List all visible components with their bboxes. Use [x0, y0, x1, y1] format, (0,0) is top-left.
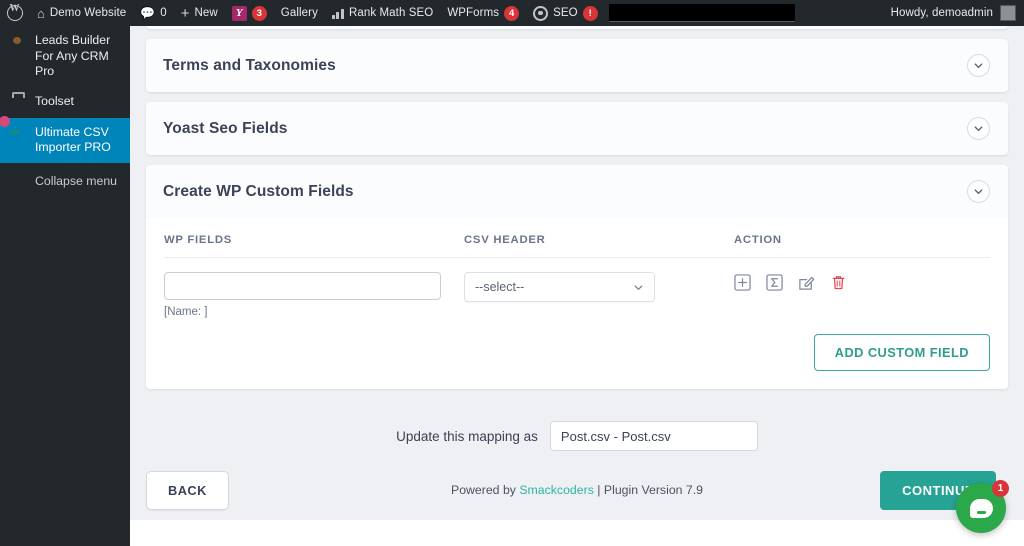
wpforms-menu[interactable]: WPForms 4: [440, 0, 526, 26]
yoast-icon: Y: [232, 6, 247, 21]
accordion-yoast-seo-fields[interactable]: Yoast Seo Fields: [146, 102, 1008, 155]
accordion-header[interactable]: Create WP Custom Fields: [146, 165, 1008, 218]
yoast-badge: 3: [252, 6, 267, 21]
accordion-header[interactable]: Terms and Taxonomies: [146, 39, 1008, 92]
accordion-create-wp-custom-fields[interactable]: Create WP Custom Fields WP FIELDS CSV HE…: [146, 165, 1008, 389]
chat-widget[interactable]: 1: [956, 483, 1006, 533]
site-name-label: Demo Website: [50, 7, 126, 19]
sidebar-item-label: Collapse menu: [35, 174, 117, 190]
comment-icon: 💬: [140, 6, 155, 20]
gallery-label: Gallery: [281, 7, 318, 19]
comments-menu[interactable]: 💬 0: [133, 0, 173, 26]
gallery-menu[interactable]: Gallery: [274, 0, 325, 26]
csv-header-cell: --select--: [464, 258, 734, 319]
sigma-icon[interactable]: [766, 274, 783, 291]
add-custom-field-row: ADD CUSTOM FIELD: [164, 318, 990, 371]
accordion-header[interactable]: Yoast Seo Fields: [146, 102, 1008, 155]
wordpress-logo-icon: [7, 5, 23, 21]
seo-badge: !: [583, 6, 598, 21]
seo-menu[interactable]: SEO !: [526, 0, 605, 26]
column-header-action: ACTION: [734, 218, 990, 258]
chevron-down-icon: [633, 282, 644, 293]
accordion-title: Terms and Taxonomies: [163, 57, 336, 75]
powered-prefix: Powered by: [451, 483, 519, 497]
column-header-wp-fields: WP FIELDS: [164, 218, 464, 258]
home-icon: ⌂: [37, 6, 45, 21]
chevron-down-icon[interactable]: [967, 54, 990, 77]
add-icon[interactable]: [734, 274, 751, 291]
gear-icon: [533, 6, 548, 21]
toolset-icon: [9, 95, 27, 111]
plus-icon: +: [181, 6, 190, 21]
add-custom-field-button[interactable]: ADD CUSTOM FIELD: [814, 334, 990, 371]
seo-label: SEO: [553, 7, 578, 19]
csv-header-selected-value: --select--: [475, 280, 524, 294]
edit-icon[interactable]: [798, 274, 815, 291]
action-cell: [734, 258, 990, 319]
chevron-down-icon[interactable]: [967, 117, 990, 140]
howdy-label: Howdy, demoadmin: [891, 7, 993, 19]
page-footer: BACK Powered by Smackcoders | Plugin Ver…: [146, 460, 1008, 520]
wordpress-logo-menu[interactable]: [0, 0, 30, 26]
mapping-name-row: Update this mapping as: [146, 399, 1008, 451]
custom-fields-table: WP FIELDS CSV HEADER ACTION [Name: ]: [164, 218, 990, 318]
plugin-version: | Plugin Version 7.9: [594, 483, 703, 497]
new-content-menu[interactable]: + New: [174, 0, 225, 26]
sidebar-item-ultimate-csv-importer-pro[interactable]: Ultimate CSV Importer PRO: [0, 118, 130, 163]
sidebar-item-toolset[interactable]: Toolset: [0, 87, 130, 118]
rank-math-label: Rank Math SEO: [349, 7, 433, 19]
wp-field-cell: [Name: ]: [164, 258, 464, 319]
avatar: [1000, 5, 1016, 21]
csv-importer-icon: [9, 126, 27, 142]
rank-math-seo-menu[interactable]: Rank Math SEO: [325, 0, 440, 26]
new-label: New: [194, 7, 217, 19]
accordion-list: Rank Math Pro Fields Terms and Taxonomie…: [130, 0, 1024, 451]
smackcoders-link[interactable]: Smackcoders: [519, 483, 594, 497]
delete-icon[interactable]: [830, 274, 847, 291]
table-header-row: WP FIELDS CSV HEADER ACTION: [164, 218, 990, 258]
wpforms-label: WPForms: [447, 7, 499, 19]
column-header-csv-header: CSV HEADER: [464, 218, 734, 258]
redacted-region: [609, 4, 795, 22]
custom-fields-panel: WP FIELDS CSV HEADER ACTION [Name: ]: [146, 218, 1008, 389]
table-row: [Name: ] --select--: [164, 258, 990, 319]
powered-by-text: Powered by Smackcoders | Plugin Version …: [451, 483, 703, 497]
my-account-menu[interactable]: Howdy, demoadmin: [891, 5, 1024, 21]
accordion-terms-and-taxonomies[interactable]: Terms and Taxonomies: [146, 39, 1008, 92]
collapse-arrow-icon: [9, 175, 27, 191]
back-button[interactable]: BACK: [146, 471, 229, 510]
yoast-menu[interactable]: Y 3: [225, 0, 274, 26]
wp-field-input[interactable]: [164, 272, 441, 300]
wpforms-badge: 4: [504, 6, 519, 21]
sidebar-item-label: Leads Builder For Any CRM Pro: [35, 33, 124, 80]
admin-content-area: Rank Math Pro Fields Terms and Taxonomie…: [130, 0, 1024, 520]
sidebar-item-label: Ultimate CSV Importer PRO: [35, 125, 124, 156]
sidebar-item-label: Toolset: [35, 94, 74, 110]
sidebar-item-leads-builder[interactable]: Leads Builder For Any CRM Pro: [0, 26, 130, 87]
admin-sidebar: Leads Builder For Any CRM Pro Toolset Ul…: [0, 26, 130, 546]
row-actions: [734, 274, 990, 291]
csv-header-select[interactable]: --select--: [464, 272, 655, 302]
comments-count: 0: [160, 7, 167, 19]
wp-field-hint: [Name: ]: [164, 306, 464, 318]
bar-chart-icon: [332, 8, 344, 19]
sidebar-item-collapse-menu[interactable]: Collapse menu: [0, 167, 130, 198]
leads-builder-icon: [9, 34, 27, 50]
chat-unread-badge: 1: [992, 480, 1009, 497]
accordion-title: Yoast Seo Fields: [163, 120, 288, 138]
chevron-down-icon[interactable]: [967, 180, 990, 203]
site-name-menu[interactable]: ⌂ Demo Website: [30, 0, 133, 26]
mapping-name-input[interactable]: [550, 421, 758, 451]
wp-admin-bar: ⌂ Demo Website 💬 0 + New Y 3 Gallery Ran…: [0, 0, 1024, 26]
accordion-title: Create WP Custom Fields: [163, 183, 354, 201]
mapping-label: Update this mapping as: [396, 429, 538, 444]
